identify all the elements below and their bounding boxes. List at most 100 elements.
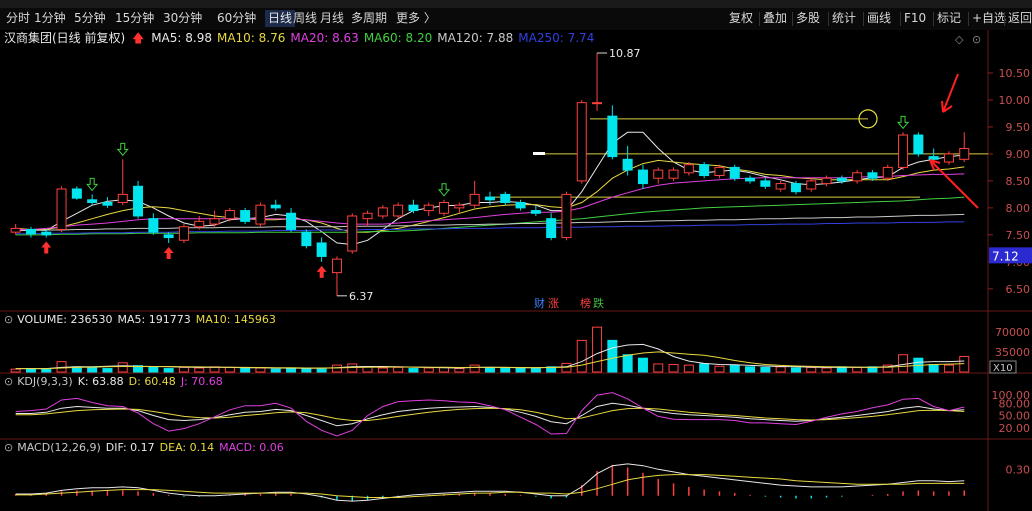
candle-body [178, 226, 189, 241]
macd-legend: MACD(12,26,9) DIF: 0.17 DEA: 0.14 MACD: 0.0… [17, 441, 289, 454]
collapse-icon[interactable]: ⊙ [4, 375, 13, 388]
toolbar-button-2[interactable]: 多股 [796, 10, 820, 27]
ma-line-MA120 [15, 213, 965, 231]
toolbar-divider [900, 12, 901, 26]
kline-chart[interactable]: 10.50 10.00 9.50 9.00 8.50 8.00 7.50 7.00 6.50 7.… [0, 0, 1032, 511]
period-tab-9[interactable]: 多周期 [351, 10, 387, 27]
current-price-box [989, 247, 1032, 264]
volume-bar [867, 366, 878, 373]
candle-body [148, 218, 159, 233]
price-tick-label: 8.00 [1006, 202, 1031, 215]
volume-bar [576, 339, 587, 373]
toolbar-button-8[interactable]: 返回 [1008, 10, 1032, 27]
volume-bar [882, 364, 893, 373]
period-tab-0[interactable]: 分时 [6, 10, 30, 27]
drawn-arrow-icon [929, 159, 979, 209]
legend-item-2: D: 60.48 [128, 375, 176, 388]
toolbar-divider [968, 12, 969, 26]
candle-body [959, 148, 970, 160]
period-tab-5[interactable]: 60分钟 [217, 10, 256, 27]
period-tab-6[interactable]: 日线 [265, 10, 296, 27]
collapse-icon[interactable]: ⊙ [4, 313, 13, 326]
drawn-arrow-icon [941, 73, 959, 113]
candle-body [209, 218, 220, 225]
kdj-K-line [15, 402, 965, 427]
legend-item-0: MA5: 8.98 [151, 31, 212, 45]
volume-bar [178, 366, 189, 373]
candle-body [484, 196, 495, 201]
low-label: 6.37 [349, 290, 374, 303]
macd-DIF-line [15, 463, 965, 502]
period-tab-3[interactable]: 15分钟 [115, 10, 154, 27]
volume-tick-label: 70000 [995, 326, 1030, 339]
sell-arrow-icon [116, 142, 129, 157]
candle-body [653, 169, 664, 179]
legend-item-3: MA60: 8.20 [363, 31, 433, 45]
period-tab-4[interactable]: 30分钟 [163, 10, 202, 27]
kdj-D-line [15, 407, 965, 421]
candle-body [377, 207, 388, 217]
volume-bar [469, 364, 480, 373]
volume-bar [301, 368, 312, 373]
candle-body [760, 180, 771, 187]
toolbar-button-1[interactable]: 叠加 [763, 10, 787, 27]
period-tab-1[interactable]: 1分钟 [34, 10, 66, 27]
event-tag: 跌 [593, 296, 604, 310]
collapse-icon[interactable]: ⊙ [4, 441, 13, 454]
volume-bar [316, 368, 327, 373]
period-tab-2[interactable]: 5分钟 [74, 10, 106, 27]
volume-bar [683, 364, 694, 373]
toolbar-button-6[interactable]: 标记 [937, 10, 961, 27]
toolbar-button-7[interactable]: +自选 [972, 10, 1006, 27]
volume-bar [255, 367, 266, 373]
kdj-header: ⊙ KDJ(9,3,3) K: 63.88 D: 60.48 J: 70.68 [4, 375, 228, 389]
candle-body [87, 199, 98, 203]
volume-bar [668, 364, 679, 373]
up-arrow-icon: 🡅 [132, 31, 145, 45]
toolbar-button-0[interactable]: 复权 [729, 10, 753, 27]
volume-legend: VOLUME: 236530 MA5: 191773 MA10: 145963 [17, 313, 281, 326]
kdj-tick-label: 80.00 [999, 397, 1031, 410]
period-toolbar: 分时 1分钟 5分钟 15分钟 30分钟 60分钟 日线 周线 月线 多周期 更多 〉 复权 叠加 多股统… [0, 8, 1032, 30]
stock-name: 汉商集团(日线 前复权) [4, 31, 126, 45]
candle-body [270, 204, 281, 209]
candle-body [469, 193, 480, 206]
volume-bar [530, 368, 541, 373]
volume-bar [56, 361, 67, 373]
volume-bar [699, 363, 710, 373]
price-tick-label: 7.50 [1006, 229, 1031, 242]
candle-body [117, 193, 128, 203]
volume-bar [454, 368, 465, 373]
kdj-tick-label: 20.00 [999, 422, 1031, 435]
volume-unit: X10 [993, 363, 1013, 374]
volume-bar [622, 354, 633, 373]
toolbar-button-3[interactable]: 统计 [832, 10, 856, 27]
volume-bar [836, 366, 847, 373]
event-tag: 榜 [580, 296, 591, 310]
kdj-tick-label: 100.00 [992, 389, 1031, 402]
volume-bar [546, 366, 557, 373]
volume-bar [148, 366, 159, 373]
legend-item-1: MA10: 8.76 [216, 31, 286, 45]
kdj-legend: KDJ(9,3,3) K: 63.88 D: 60.48 J: 70.68 [17, 375, 228, 388]
candle-body [102, 201, 113, 206]
candle-body [699, 164, 710, 176]
toolbar-button-5[interactable]: F10 [904, 10, 926, 27]
period-tab-8[interactable]: 月线 [320, 10, 344, 27]
candle-body [255, 204, 266, 225]
legend-item-3: MACD: 0.06 [219, 441, 284, 454]
volume-bar [194, 367, 205, 373]
volume-bar [102, 368, 113, 373]
volume-bar [561, 362, 572, 373]
volume-bar [25, 368, 36, 373]
candle-body [408, 204, 419, 212]
candle-body [133, 185, 144, 217]
volume-bar [423, 367, 434, 373]
period-tab-7[interactable]: 周线 [293, 10, 317, 27]
volume-bar [959, 355, 970, 373]
price-tick-label: 10.50 [999, 67, 1031, 80]
ma-line-MA5 [15, 131, 965, 246]
toolbar-button-4[interactable]: 画线 [867, 10, 891, 27]
period-tab-10[interactable]: 更多 〉 [396, 10, 436, 27]
candle-body [316, 242, 327, 257]
